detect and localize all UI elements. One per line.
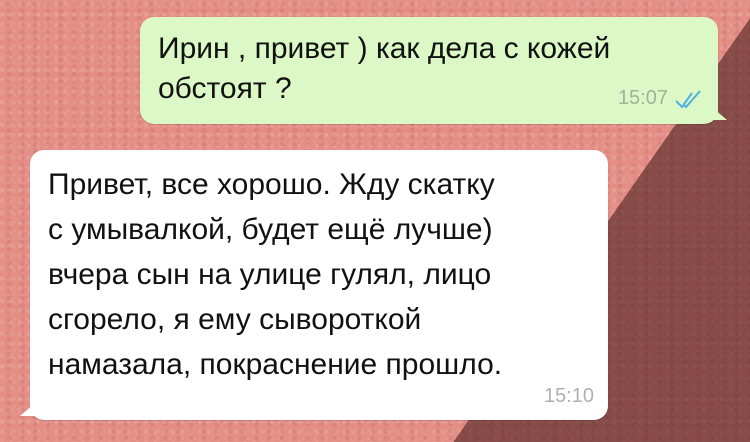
double-check-read-icon <box>675 90 701 109</box>
outgoing-message-bubble[interactable]: Ирин , привет ) как дела с кожей обстоят… <box>140 17 727 124</box>
incoming-message-time: 15:10 <box>543 385 594 407</box>
incoming-message-text: Привет, все хорошо. Жду скатку с умывалк… <box>48 168 503 381</box>
incoming-message-bubble[interactable]: Привет, все хорошо. Жду скатку с умывалк… <box>20 150 608 420</box>
outgoing-message-time: 15:07 <box>617 87 668 109</box>
